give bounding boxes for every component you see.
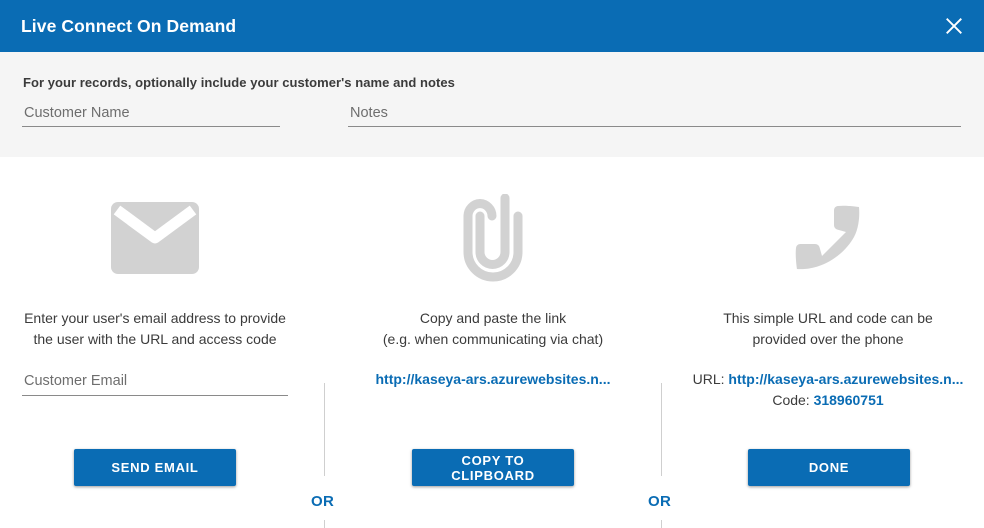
divider-1-bottom: [324, 520, 325, 528]
option-link-description-line-1: Copy and paste the link: [419, 310, 567, 326]
option-link: Copy and paste the link (e.g. when commu…: [338, 157, 648, 528]
option-phone-description: This simple URL and code can be provided…: [672, 308, 984, 350]
or-separator-1: OR: [311, 493, 335, 510]
divider-1-top: [324, 383, 325, 476]
live-connect-on-demand-dialog: Live Connect On Demand For your records,…: [0, 0, 984, 528]
option-link-description: Copy and paste the link (e.g. when commu…: [338, 308, 648, 350]
url-label: URL:: [692, 371, 725, 387]
or-separator-2: OR: [648, 493, 672, 510]
close-icon: [944, 16, 964, 36]
paperclip-icon: [338, 193, 648, 283]
notes-input[interactable]: [348, 103, 961, 127]
copy-to-clipboard-button[interactable]: COPY TO CLIPBOARD: [412, 449, 574, 486]
done-button[interactable]: DONE: [748, 449, 910, 486]
option-email-description-line-2: the user with the URL and access code: [33, 331, 277, 347]
code-label: Code:: [772, 392, 810, 408]
option-email-description-line-1: Enter your user's email address to provi…: [24, 310, 286, 326]
option-link-url-line: http://kaseya-ars.azurewebsites.n...: [338, 369, 648, 390]
send-email-button[interactable]: SEND EMAIL: [74, 449, 236, 486]
records-label: For your records, optionally include you…: [23, 75, 455, 90]
option-link-description-line-2: (e.g. when communicating via chat): [382, 331, 604, 347]
envelope-icon: [0, 193, 310, 283]
option-phone-url-code-lines: URL: http://kaseya-ars.azurewebsites.n..…: [672, 369, 984, 411]
divider-2-top: [661, 383, 662, 476]
options-section: Enter your user's email address to provi…: [0, 157, 984, 528]
divider-2-bottom: [661, 520, 662, 528]
records-section: For your records, optionally include you…: [0, 52, 984, 157]
dialog-titlebar: Live Connect On Demand: [0, 0, 984, 52]
phone-url-line: URL: http://kaseya-ars.azurewebsites.n..…: [693, 371, 964, 387]
customer-name-input[interactable]: [22, 103, 280, 127]
option-phone-description-line-1: This simple URL and code can be: [723, 310, 933, 326]
option-phone: This simple URL and code can be provided…: [672, 157, 984, 528]
phone-icon: [672, 193, 984, 283]
option-email: Enter your user's email address to provi…: [0, 157, 310, 528]
option-phone-description-line-2: provided over the phone: [752, 331, 904, 347]
option-email-description: Enter your user's email address to provi…: [0, 308, 310, 350]
close-button[interactable]: [928, 0, 980, 52]
dialog-title: Live Connect On Demand: [21, 15, 237, 36]
phone-code-line: Code: 318960751: [772, 392, 883, 408]
access-code-value: 318960751: [813, 392, 884, 408]
connect-url-link[interactable]: http://kaseya-ars.azurewebsites.n...: [376, 371, 611, 387]
phone-url-link[interactable]: http://kaseya-ars.azurewebsites.n...: [728, 371, 963, 387]
customer-email-input[interactable]: [22, 371, 288, 396]
